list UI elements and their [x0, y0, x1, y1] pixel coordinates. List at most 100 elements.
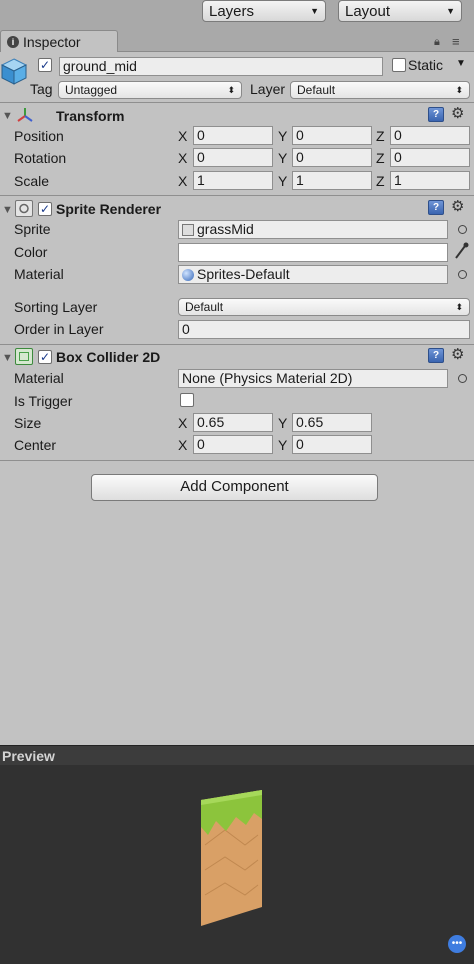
material-field[interactable]: Sprites-Default	[178, 265, 448, 284]
sorting-layer-dropdown[interactable]: Default ⬍	[178, 298, 470, 316]
layer-dropdown[interactable]: Default ⬍	[290, 81, 470, 99]
updown-icon: ⬍	[227, 85, 235, 95]
position-label: Position	[14, 128, 64, 144]
z-axis-label: Z	[376, 128, 385, 144]
rotation-label: Rotation	[14, 150, 67, 166]
gear-icon[interactable]: ⚙	[451, 106, 464, 122]
x-axis-label: X	[178, 415, 188, 431]
eyedropper-icon[interactable]	[453, 242, 469, 263]
layout-dropdown[interactable]: Layout ▼	[338, 0, 462, 22]
material-sphere-icon	[182, 268, 194, 281]
rotation-x-field[interactable]: 0	[193, 148, 273, 167]
gear-icon[interactable]: ⚙	[451, 347, 464, 363]
rotation-z-field[interactable]: 0	[390, 148, 470, 167]
position-y-field[interactable]: 0	[292, 126, 372, 145]
position-x-field[interactable]: 0	[193, 126, 273, 145]
layout-dropdown-label: Layout	[345, 2, 391, 20]
layers-dropdown[interactable]: Layers ▼	[202, 0, 326, 22]
z-axis-label: Z	[376, 150, 385, 166]
center-x-field[interactable]: 0	[193, 435, 273, 454]
static-dropdown-arrow[interactable]: ▼	[456, 58, 466, 69]
sprite-thumbnail-icon	[182, 223, 194, 236]
position-z-field[interactable]: 0	[390, 126, 470, 145]
chevron-down-icon: ▼	[310, 6, 319, 16]
sprite-renderer-title: Sprite Renderer	[56, 201, 162, 217]
size-x-field[interactable]: 0.65	[193, 413, 273, 432]
center-label: Center	[14, 437, 57, 453]
rotation-y-field[interactable]: 0	[292, 148, 372, 167]
active-checkbox[interactable]: ✓	[38, 58, 52, 72]
scale-x-field[interactable]: 1	[193, 171, 273, 190]
sprite-field[interactable]: grassMid	[178, 220, 448, 239]
divider	[0, 195, 474, 196]
box-collider-title: Box Collider 2D	[56, 349, 161, 365]
foldout-arrow-icon[interactable]: ▼	[2, 204, 13, 216]
object-picker-icon[interactable]	[458, 270, 467, 279]
object-picker-icon[interactable]	[458, 374, 467, 383]
menu-icon[interactable]: ≡	[452, 34, 460, 49]
x-axis-label: X	[178, 128, 188, 144]
is-trigger-label: Is Trigger	[14, 393, 73, 409]
transform-title: Transform	[56, 108, 125, 124]
size-label: Size	[14, 415, 42, 431]
layer-value: Default	[297, 83, 336, 97]
physics-material-field[interactable]: None (Physics Material 2D)	[178, 369, 448, 388]
tag-label: Tag	[30, 81, 53, 97]
size-y-field[interactable]: 0.65	[292, 413, 372, 432]
chevron-down-icon: ▼	[446, 6, 455, 16]
gear-icon[interactable]: ⚙	[451, 199, 464, 215]
layer-label: Layer	[250, 81, 286, 97]
tag-value: Untagged	[65, 83, 118, 97]
scale-y-field[interactable]: 1	[292, 171, 372, 190]
y-axis-label: Y	[278, 415, 288, 431]
object-picker-icon[interactable]	[458, 225, 467, 234]
foldout-arrow-icon[interactable]: ▼	[2, 110, 13, 122]
x-axis-label: X	[178, 437, 188, 453]
material-label: Material	[14, 266, 64, 282]
box-collider-enabled-checkbox[interactable]: ✓	[38, 350, 52, 364]
preview-options-icon[interactable]: •••	[448, 935, 466, 953]
color-label: Color	[14, 244, 48, 260]
center-y-field[interactable]: 0	[292, 435, 372, 454]
y-axis-label: Y	[278, 173, 288, 189]
order-in-layer-field[interactable]: 0	[178, 320, 470, 339]
preview-header[interactable]: Preview	[0, 745, 474, 765]
y-axis-label: Y	[278, 128, 288, 144]
gameobject-cube-icon	[0, 56, 28, 86]
scale-label: Scale	[14, 173, 50, 189]
physics-material-label: Material	[14, 370, 64, 386]
updown-icon: ⬍	[455, 85, 463, 95]
is-trigger-checkbox[interactable]	[180, 393, 194, 407]
scale-z-field[interactable]: 1	[390, 171, 470, 190]
x-axis-label: X	[178, 173, 188, 189]
foldout-arrow-icon[interactable]: ▼	[2, 352, 13, 364]
color-swatch[interactable]	[178, 243, 448, 262]
material-value: Sprites-Default	[197, 266, 290, 282]
tab-inspector-label: Inspector	[23, 33, 81, 50]
y-axis-label: Y	[278, 437, 288, 453]
transform-axes-icon	[15, 106, 35, 127]
tab-inspector[interactable]: i Inspector	[0, 30, 118, 52]
add-component-button[interactable]: Add Component	[91, 474, 378, 501]
static-label: Static	[408, 57, 444, 73]
sorting-layer-label: Sorting Layer	[14, 299, 98, 315]
divider	[0, 102, 474, 103]
x-axis-label: X	[178, 150, 188, 166]
layers-dropdown-label: Layers	[209, 2, 255, 20]
lock-icon[interactable]: 🔒︎	[434, 36, 440, 49]
sprite-renderer-icon	[15, 200, 33, 217]
z-axis-label: Z	[376, 173, 385, 189]
object-name-input[interactable]: ground_mid	[59, 57, 383, 76]
sprite-label: Sprite	[14, 221, 51, 237]
tag-dropdown[interactable]: Untagged ⬍	[58, 81, 242, 99]
help-book-icon[interactable]: ?	[428, 200, 444, 215]
static-checkbox[interactable]	[392, 58, 406, 72]
y-axis-label: Y	[278, 150, 288, 166]
sprite-value: grassMid	[197, 221, 254, 237]
info-icon: i	[7, 35, 19, 48]
box-collider-icon	[15, 348, 33, 365]
sprite-renderer-enabled-checkbox[interactable]: ✓	[38, 202, 52, 216]
help-book-icon[interactable]: ?	[428, 107, 444, 122]
help-book-icon[interactable]: ?	[428, 348, 444, 363]
grass-tile-preview	[201, 790, 262, 926]
